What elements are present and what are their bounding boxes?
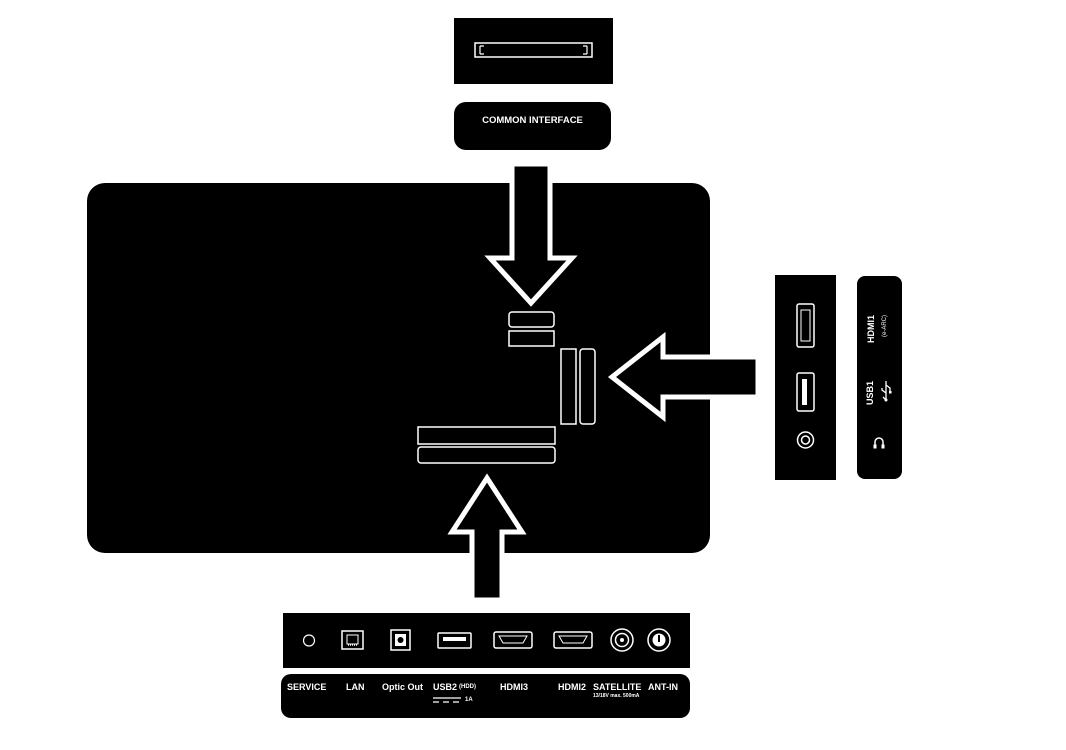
bottom-connector-panel: [283, 613, 690, 668]
satellite-label: SATELLITE: [593, 682, 642, 692]
side-label-panel: HDMI1 (e-ARC) USB1: [857, 276, 902, 479]
usb2-current-label: 1A: [465, 697, 473, 703]
optical-port-icon: [390, 629, 411, 651]
usb2-label: USB2: [433, 682, 458, 692]
service-label: SERVICE: [287, 682, 327, 692]
satellite-port-icon: [610, 628, 634, 652]
optic-out-label: Optic Out: [382, 682, 423, 692]
lan-port-icon: [341, 630, 364, 650]
tv-connector-markers: [417, 311, 596, 464]
side-connector-panel: [775, 275, 836, 480]
hdmi2-port-icon: [553, 631, 593, 649]
left-arrow-icon: [607, 331, 761, 423]
hdmi2-label: HDMI2: [558, 682, 587, 692]
usb2-port-icon: [437, 632, 472, 649]
dc-symbol-icon: [433, 697, 461, 703]
lan-label: LAN: [346, 682, 365, 692]
satellite-sublabel: 13/18V max. 500mA: [593, 693, 640, 699]
hdmi3-port-icon: [493, 631, 533, 649]
hdmi1-sublabel: (e-ARC): [882, 315, 888, 337]
headphone-jack-icon: [796, 431, 815, 449]
ant-in-label: ANT-IN: [648, 682, 678, 692]
up-arrow-icon: [447, 473, 527, 603]
headphone-icon: [873, 437, 885, 449]
down-arrow-icon: [484, 161, 578, 307]
hdmi3-label: HDMI3: [500, 682, 529, 692]
service-port-icon: [302, 634, 316, 647]
bottom-label-panel: SERVICE LAN Optic Out USB2 (HDD) 1A HDMI…: [281, 674, 690, 718]
hdmi1-label: HDMI1: [866, 315, 876, 344]
usb-symbol-icon: [881, 381, 892, 402]
usb1-label: USB1: [865, 381, 875, 406]
usb1-port-icon: [796, 372, 815, 412]
usb2-hdd-label: (HDD): [459, 684, 476, 690]
antenna-port-icon: [647, 628, 671, 652]
hdmi1-port-icon: [796, 303, 815, 348]
